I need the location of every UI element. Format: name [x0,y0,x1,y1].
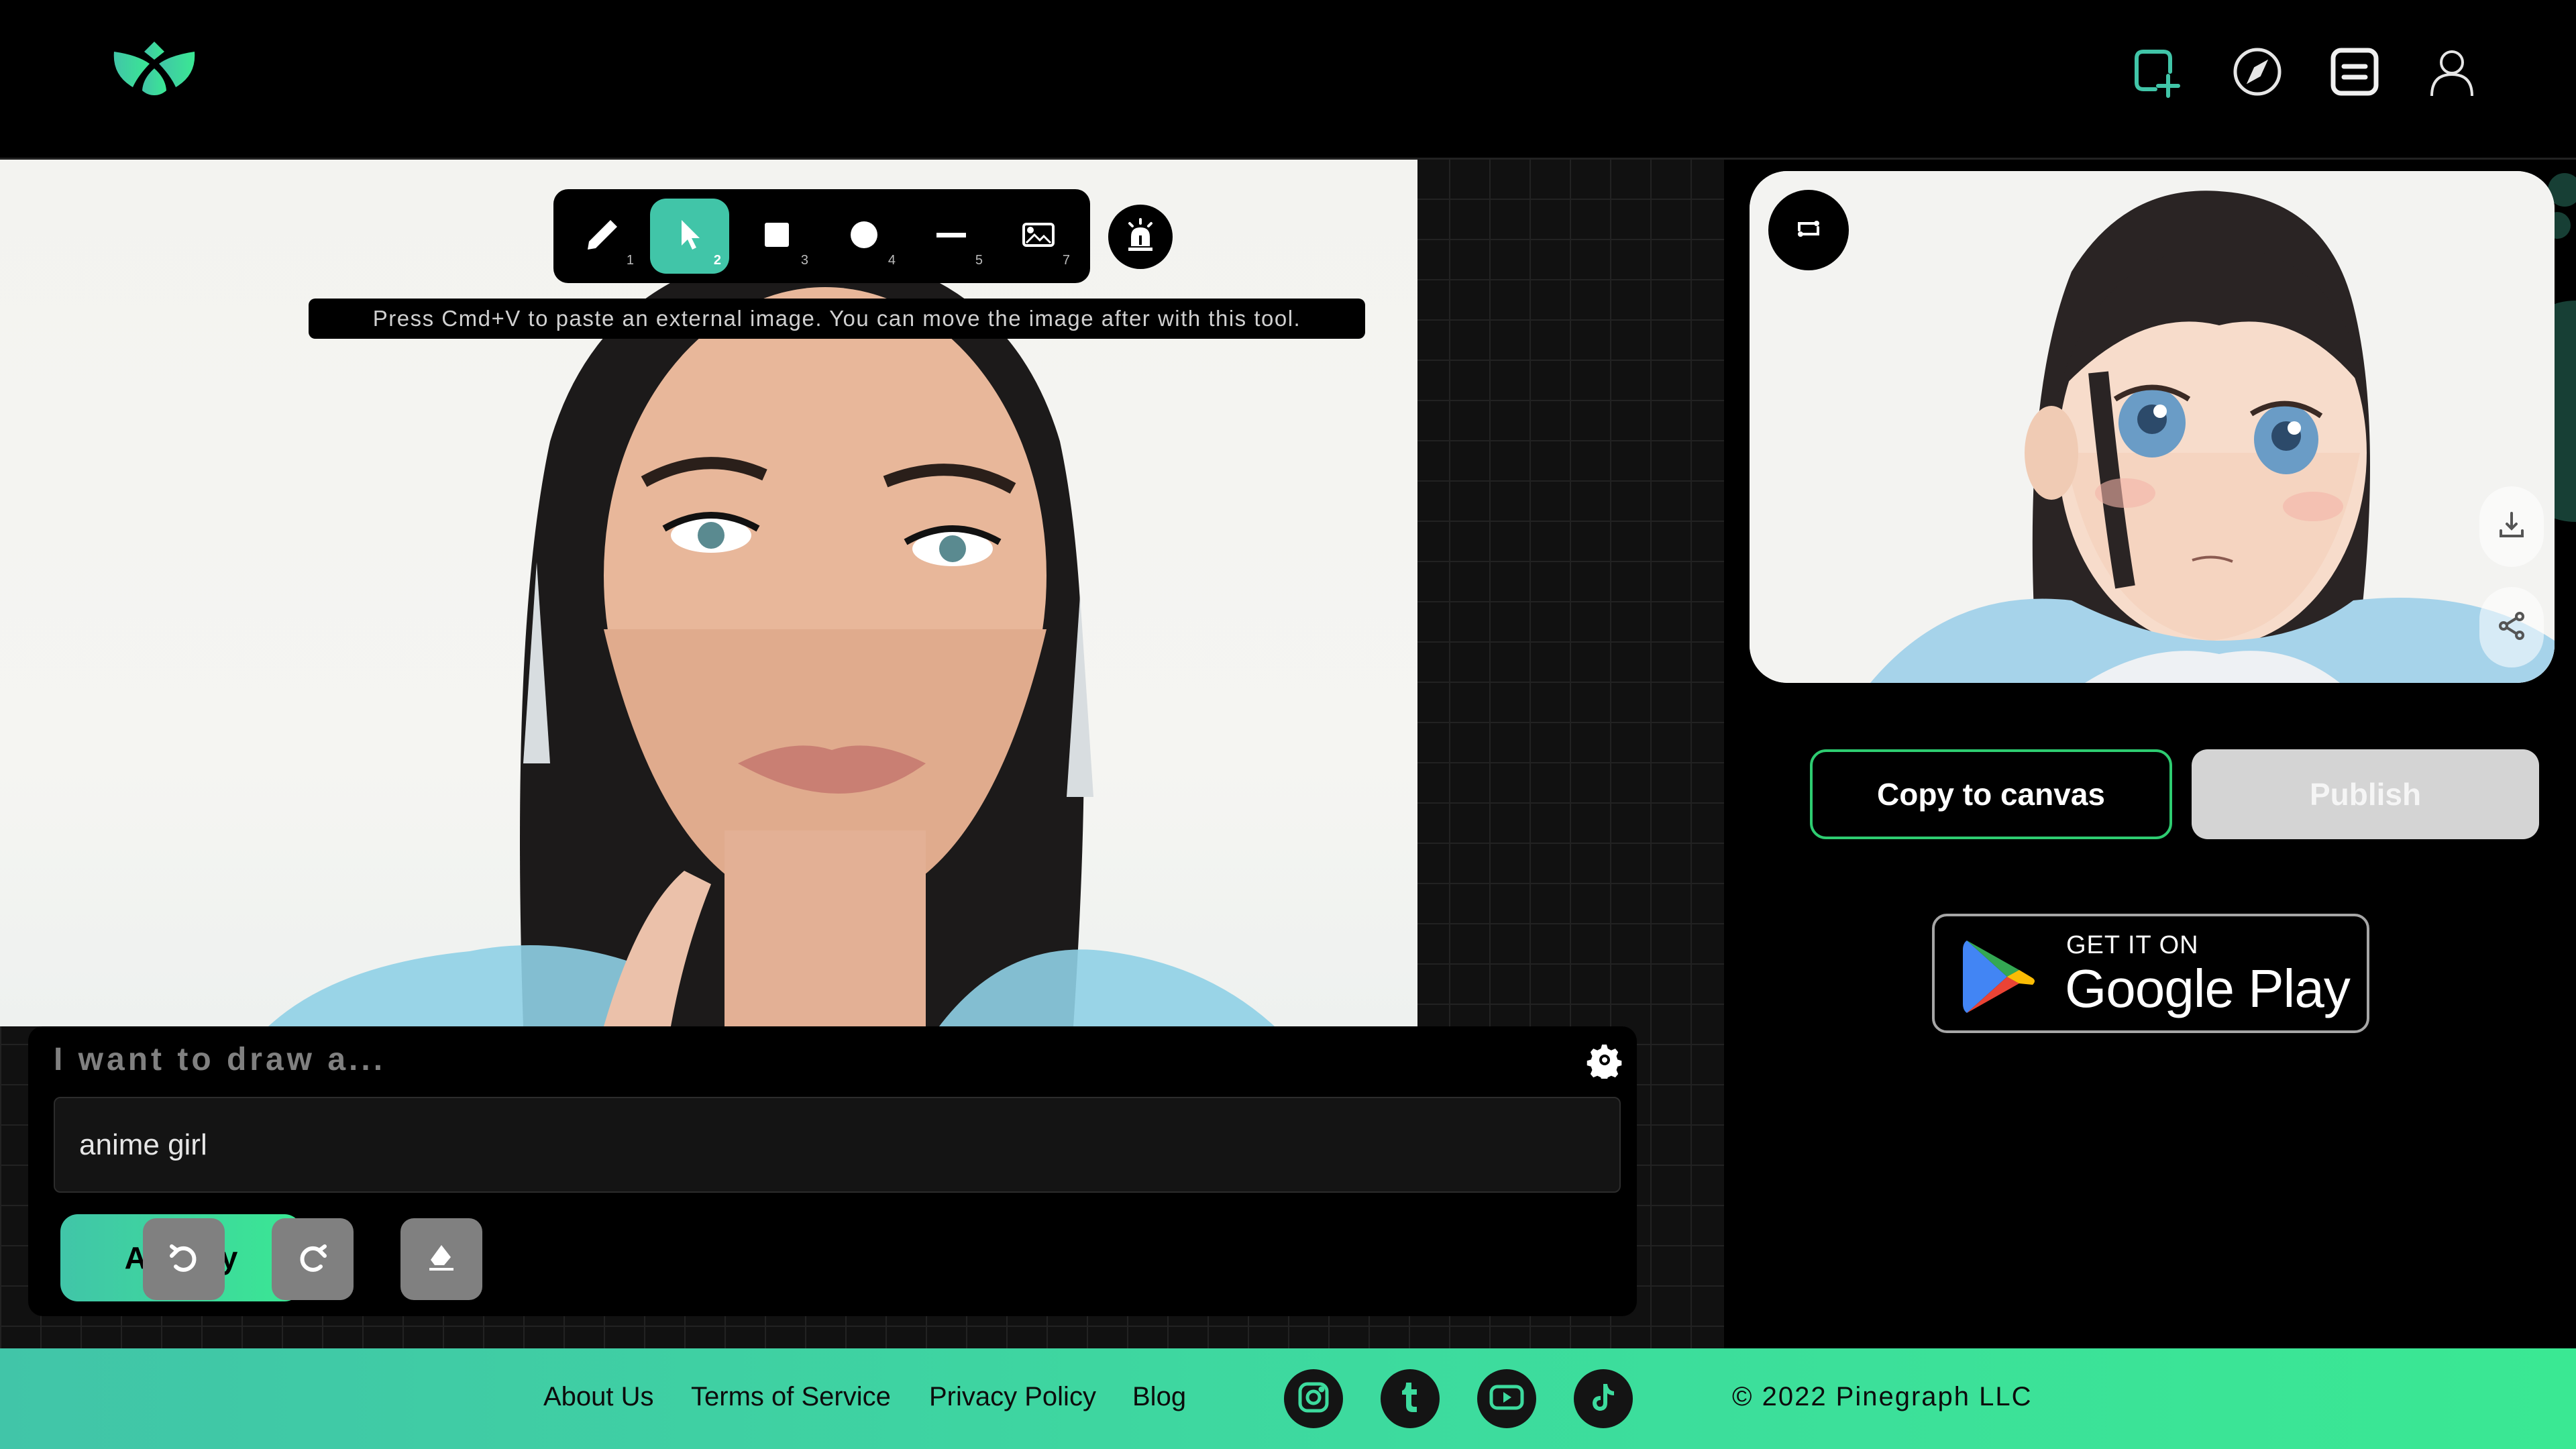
tool-shortcut: 2 [713,253,721,268]
prompt-panel: I want to draw a... Amplify [28,1026,1637,1316]
publish-button[interactable]: Publish [2192,749,2539,839]
pencil-tool[interactable]: 1 [563,199,642,274]
tool-tooltip: Press Cmd+V to paste an external image. … [309,299,1365,339]
alarm-button[interactable] [1108,205,1173,269]
eraser-icon [421,1238,462,1281]
tool-shortcut: 7 [1062,253,1070,268]
download-button[interactable] [2479,486,2544,567]
tool-shortcut: 4 [888,253,896,268]
generated-image-card[interactable] [1750,171,2555,683]
instagram-link[interactable] [1284,1369,1343,1428]
youtube-icon [1488,1379,1525,1419]
youtube-link[interactable] [1477,1369,1536,1428]
footer: About Us Terms of Service Privacy Policy… [0,1348,2576,1449]
share-icon [2496,610,2528,645]
top-header [0,0,2576,160]
tumblr-icon [1391,1379,1429,1419]
tool-shortcut: 3 [800,253,808,268]
swap-button[interactable] [1768,190,1849,270]
prompt-input[interactable] [54,1097,1621,1193]
circle-tool[interactable]: 4 [824,199,904,274]
google-play-caption: GET IT ON [2066,931,2199,959]
google-play-title: Google Play [2065,959,2351,1018]
copy-to-canvas-button[interactable]: Copy to canvas [1810,749,2172,839]
square-icon [758,216,796,257]
share-button[interactable] [2479,587,2544,667]
copyright-text: © 2022 Pinegraph LLC [1732,1382,2033,1411]
cursor-arrow-icon [671,216,708,257]
footer-link-about[interactable]: About Us [543,1382,654,1412]
tool-shortcut: 5 [975,253,983,268]
settings-button[interactable] [1586,1041,1623,1082]
redo-button[interactable] [272,1218,354,1300]
line-icon [932,216,970,257]
tumblr-link[interactable] [1381,1369,1440,1428]
explore-compass-icon[interactable] [2227,42,2288,102]
tool-shortcut: 1 [626,253,634,268]
new-canvas-icon[interactable] [2127,42,2187,102]
result-panel: Copy to canvas Publish GET IT ON Google … [1724,160,2576,1348]
footer-link-terms[interactable]: Terms of Service [691,1382,891,1412]
canvas-image[interactable] [0,160,1417,1026]
swap-repeat-icon [1792,213,1825,248]
download-icon [2496,509,2528,545]
circle-icon [845,216,883,257]
undo-icon [164,1238,204,1281]
pencil-icon [584,216,621,257]
instagram-icon [1295,1379,1332,1419]
google-play-icon [1960,936,2041,1020]
undo-button[interactable] [143,1218,225,1300]
image-tool[interactable]: 7 [999,199,1078,274]
footer-link-privacy[interactable]: Privacy Policy [929,1382,1096,1412]
rectangle-tool[interactable]: 3 [737,199,816,274]
profile-user-icon[interactable] [2422,42,2482,102]
select-tool[interactable]: 2 [650,199,729,274]
tiktok-icon [1585,1379,1622,1419]
drawing-toolbar: 1 2 3 4 5 7 [553,189,1090,283]
tiktok-link[interactable] [1574,1369,1633,1428]
erase-button[interactable] [400,1218,482,1300]
line-tool[interactable]: 5 [912,199,991,274]
footer-link-blog[interactable]: Blog [1132,1382,1186,1412]
alarm-siren-icon [1122,217,1159,258]
google-play-badge[interactable]: GET IT ON Google Play [1932,914,2369,1033]
gallery-list-icon[interactable] [2324,42,2385,102]
gear-icon [1586,1044,1623,1082]
pinegraph-logo-icon[interactable] [111,42,198,102]
image-icon [1020,216,1057,257]
redo-icon [292,1238,333,1281]
prompt-label: I want to draw a... [54,1042,386,1077]
